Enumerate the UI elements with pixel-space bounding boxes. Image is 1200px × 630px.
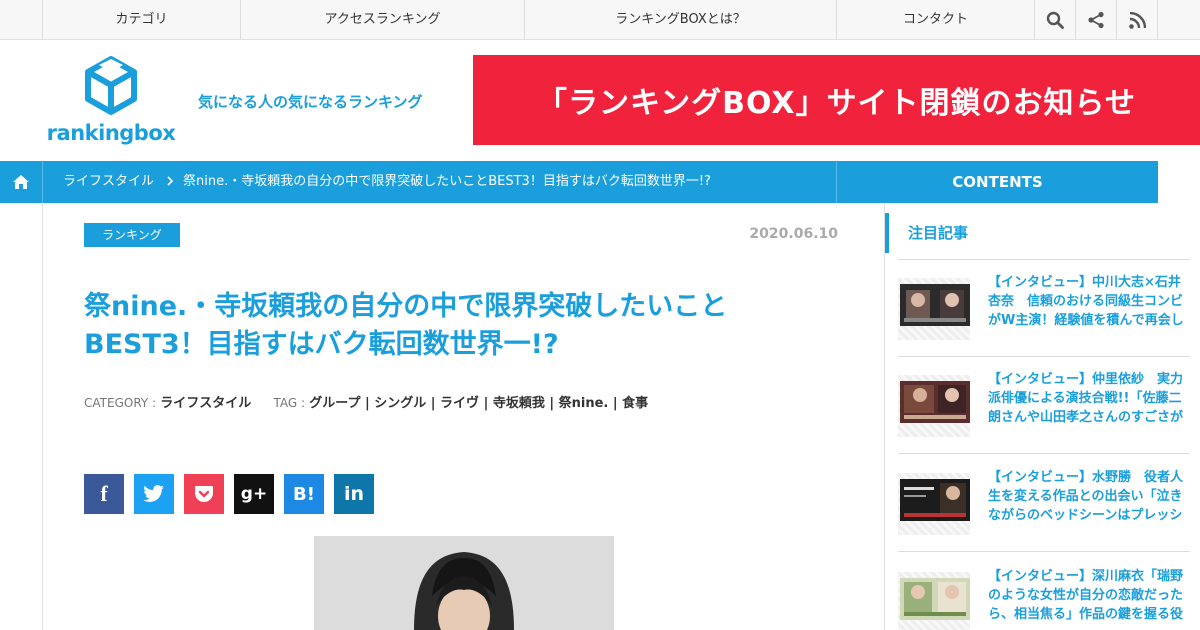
sidebar-article-title[interactable]: 【インタビュー】仲里依紗 実力派俳優による演技合戦!!「佐藤二朗さんや山田孝之さ…	[988, 370, 1186, 427]
nav-contact[interactable]: コンタクト	[836, 0, 1034, 40]
main-right-border	[884, 203, 885, 630]
sidebar-article-4[interactable]: 【インタビュー】深川麻衣「瑞野のような女性が自分の恋敵だったら、相当焦る」作品の…	[898, 564, 1190, 630]
googleplus-icon: g+	[240, 484, 268, 504]
article-meta: CATEGORY : ライフスタイル TAG : グループ | シングル | ラ…	[84, 392, 648, 411]
rss-button[interactable]	[1116, 0, 1157, 40]
breadcrumb-bar: ライフスタイル 祭nine.・寺坂頼我の自分の中で限界突破したいことBEST3！…	[0, 161, 1158, 203]
article-thumbnail-image	[900, 479, 970, 521]
home-button[interactable]	[0, 161, 43, 203]
sidebar-article-title[interactable]: 【インタビュー】深川麻衣「瑞野のような女性が自分の恋敵だったら、相当焦る」作品の…	[988, 567, 1186, 624]
site-tagline: 気になる人の気になるランキング	[198, 93, 423, 111]
linkedin-share-button[interactable]: in	[334, 474, 374, 514]
search-icon	[1046, 11, 1064, 29]
twitter-icon	[143, 485, 164, 502]
article-thumbnail-image	[900, 381, 970, 423]
tag-links[interactable]: グループ | シングル | ライヴ | 寺坂頼我 | 祭nine. | 食事	[309, 396, 648, 411]
category-link[interactable]: ライフスタイル	[160, 396, 251, 411]
sidebar-article-3[interactable]: 【インタビュー】水野勝 役者人生を変える作品との出会い「泣きながらのベッドシーン…	[898, 465, 1190, 549]
article-thumbnail-image	[900, 578, 970, 620]
article-thumbnail-image	[900, 284, 970, 326]
box-logo-icon	[85, 56, 137, 115]
pocket-icon	[195, 486, 213, 502]
breadcrumb-current: 祭nine.・寺坂頼我の自分の中で限界突破したいことBEST3！目指すはバク転回…	[183, 174, 711, 189]
main-left-border	[42, 203, 43, 630]
facebook-share-button[interactable]: f	[84, 474, 124, 514]
sidebar-divider	[898, 453, 1190, 454]
portrait-image-icon	[314, 536, 614, 630]
article-title: 祭nine.・寺坂頼我の自分の中で限界突破したいことBEST3！目指すはバク転回…	[84, 291, 728, 360]
nav-edge	[1157, 0, 1158, 40]
linkedin-icon: in	[343, 483, 365, 505]
hatena-icon: B!	[293, 483, 315, 505]
article-date: 2020.06.10	[749, 226, 838, 242]
article-photo	[314, 536, 614, 630]
sidebar-divider	[898, 551, 1190, 552]
sidebar-article-title[interactable]: 【インタビュー】水野勝 役者人生を変える作品との出会い「泣きながらのベッドシーン…	[988, 468, 1186, 525]
logo-text: rankingbox	[46, 121, 176, 145]
sidebar-article-2[interactable]: 【インタビュー】仲里依紗 実力派俳優による演技合戦!!「佐藤二朗さんや山田孝之さ…	[898, 367, 1190, 451]
hatena-share-button[interactable]: B!	[284, 474, 324, 514]
tag-label: TAG :	[273, 396, 306, 410]
sidebar-heading-divider	[898, 259, 1190, 260]
home-icon	[13, 175, 29, 189]
search-button[interactable]	[1034, 0, 1075, 40]
share-icon	[1088, 11, 1104, 29]
breadcrumb-category[interactable]: ライフスタイル	[63, 161, 154, 203]
closure-notice-banner[interactable]: 「ランキングBOX」サイト閉鎖のお知らせ	[473, 55, 1200, 145]
sidebar-heading: 注目記事	[885, 213, 1190, 253]
nav-about[interactable]: ランキングBOXとは？	[524, 0, 836, 40]
category-badge[interactable]: ランキング	[84, 223, 180, 247]
googleplus-share-button[interactable]: g+	[234, 474, 274, 514]
nav-category[interactable]: カテゴリ	[42, 0, 240, 40]
chevron-right-icon	[167, 176, 174, 186]
facebook-icon: f	[100, 481, 108, 506]
contents-toggle[interactable]: CONTENTS	[836, 161, 1158, 203]
top-navigation: カテゴリ アクセスランキング ランキングBOXとは？ コンタクト	[0, 0, 1200, 40]
sidebar-divider	[898, 356, 1190, 357]
category-label: CATEGORY :	[84, 396, 157, 410]
sidebar-article-1[interactable]: 【インタビュー】中川大志×石井杏奈 信頼のおける同級生コンビがW主演！経験値を積…	[898, 270, 1190, 354]
nav-access-ranking[interactable]: アクセスランキング	[240, 0, 524, 40]
breadcrumb-separator	[166, 161, 174, 203]
sidebar-article-title[interactable]: 【インタビュー】中川大志×石井杏奈 信頼のおける同級生コンビがW主演！経験値を積…	[988, 273, 1186, 330]
rss-icon	[1128, 11, 1146, 29]
twitter-share-button[interactable]	[134, 474, 174, 514]
share-button[interactable]	[1075, 0, 1116, 40]
pocket-share-button[interactable]	[184, 474, 224, 514]
site-logo[interactable]: rankingbox	[46, 55, 176, 147]
